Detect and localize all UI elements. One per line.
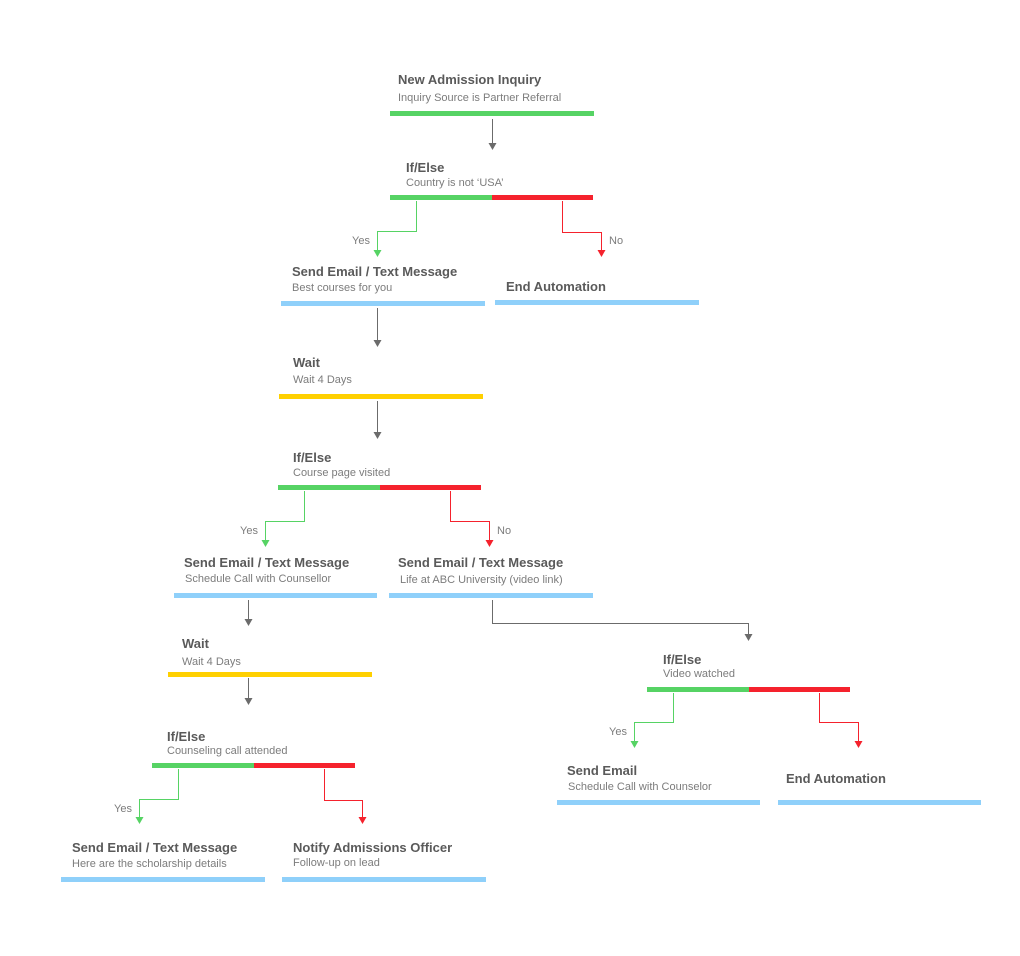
connector-n11-no [324,769,367,824]
node-title: If/Else [293,450,332,465]
action-bar [281,301,485,306]
branch-label-no: No [497,525,512,537]
wait-bar [279,394,483,399]
action-bar [495,300,699,305]
connector-n8-n10 [492,600,753,641]
yes-segment [278,485,380,490]
no-segment [491,195,593,200]
branch-label-yes: Yes [114,803,132,815]
connector-n2-yes [373,201,417,257]
connector-n1-n2 [488,119,497,150]
yes-segment [647,687,749,692]
branch-label-yes: Yes [240,525,258,537]
node-subtitle: Here are the scholarship details [72,858,227,870]
connector-n10-yes [630,693,674,748]
branch-label-no: No [609,235,624,247]
node-subtitle: Inquiry Source is Partner Referral [398,92,562,104]
node-title: Send Email / Text Message [72,840,238,855]
node-subtitle: Counseling call attended [167,745,288,757]
node-subtitle: Wait 4 Days [182,656,241,668]
node-title: Send Email [567,763,638,778]
ifelse-bar [152,763,355,768]
no-segment [748,687,850,692]
connector-n2-no [562,201,606,257]
connector-n6-yes [261,491,305,547]
no-segment [379,485,481,490]
trigger-bar [390,111,594,116]
node-title: End Automation [786,771,886,786]
node-subtitle: Schedule Call with Counsellor [185,573,332,585]
node-subtitle: Schedule Call with Counselor [568,781,712,793]
action-bar [61,877,265,882]
connector-n7-n9 [244,600,253,626]
action-bar [174,593,377,598]
connector-n11-yes [135,769,179,824]
wait-bar [168,672,372,677]
branch-label-yes: Yes [352,235,370,247]
node-subtitle: Course page visited [293,467,391,479]
node-title: Send Email / Text Message [184,555,350,570]
yes-segment [390,195,492,200]
action-bar [778,800,981,805]
node-title: Notify Admissions Officer [293,840,453,855]
ifelse-bar [647,687,850,692]
node-subtitle: Country is not ‘USA’ [406,177,504,189]
node-title: New Admission Inquiry [398,72,542,87]
action-bar [389,593,593,598]
node-subtitle: Follow-up on lead [293,857,380,869]
connector-n5-n6 [373,401,382,439]
connector-n10-no [819,693,863,748]
ifelse-bar [390,195,593,200]
node-title: If/Else [663,652,702,667]
connector-n9-n11 [244,678,253,705]
connectors-layer [135,119,863,824]
ifelse-bar [278,485,481,490]
branch-label-yes: Yes [609,726,627,738]
node-title: End Automation [506,279,606,294]
node-title: If/Else [406,160,445,175]
connector-n3-n5 [373,308,382,347]
yes-segment [152,763,254,768]
no-segment [253,763,355,768]
connector-n6-no [450,491,494,547]
node-title: Wait [182,636,209,651]
node-title: Send Email / Text Message [292,264,458,279]
action-bar [282,877,486,882]
node-title: If/Else [167,729,206,744]
node-title: Wait [293,355,320,370]
action-bar [557,800,760,805]
node-subtitle: Wait 4 Days [293,374,352,386]
node-title: Send Email / Text Message [398,555,564,570]
node-subtitle: Best courses for you [292,282,393,294]
node-subtitle: Video watched [663,668,735,680]
node-subtitle: Life at ABC University (video link) [400,574,563,586]
